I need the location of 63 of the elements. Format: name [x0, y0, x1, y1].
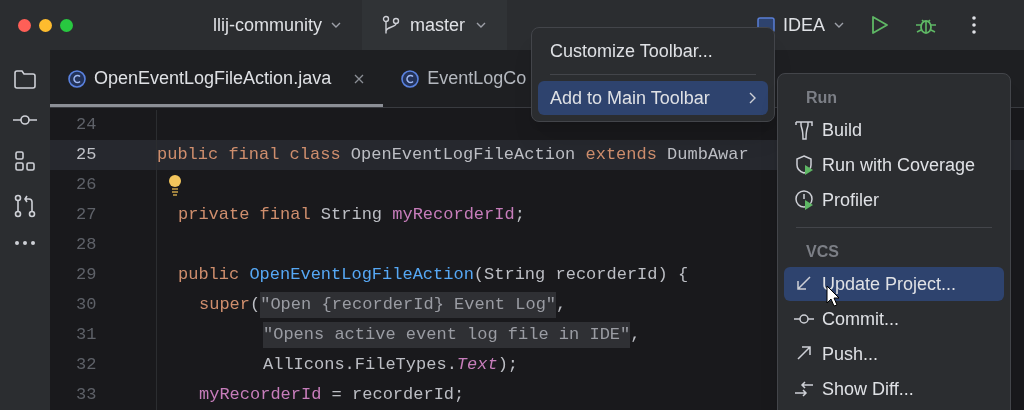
- menu-item[interactable]: Run with Coverage: [784, 148, 1004, 182]
- code-text: OpenEventLogFileAction: [350, 144, 577, 167]
- menu-section-header: Run: [805, 88, 839, 108]
- menu-item[interactable]: Commit...: [784, 302, 1004, 336]
- line-number: 24: [75, 114, 98, 137]
- code-text: ,: [556, 294, 567, 317]
- close-icon[interactable]: [353, 72, 366, 85]
- line-number: 26: [75, 174, 98, 197]
- code-text: extends: [585, 144, 658, 167]
- line-number: 31: [75, 324, 98, 347]
- more-icon[interactable]: [14, 240, 36, 246]
- branch-icon: [382, 15, 400, 35]
- folder-icon[interactable]: [13, 68, 37, 90]
- window-control[interactable]: [18, 18, 31, 32]
- code-text: Text: [456, 354, 498, 377]
- menu-item[interactable]: Show Diff...: [784, 372, 1004, 406]
- code-text: private final: [178, 204, 312, 227]
- line-number: 29: [75, 264, 98, 287]
- window-control[interactable]: [39, 18, 52, 32]
- run-icon[interactable]: [869, 15, 890, 35]
- line-number: 33: [75, 384, 98, 407]
- code-text: String: [320, 204, 384, 227]
- branch-selector[interactable]: master: [362, 0, 508, 50]
- menu-item[interactable]: Profiler: [784, 183, 1004, 217]
- menu-item[interactable]: Build: [784, 113, 1004, 147]
- more-icon[interactable]: [971, 15, 978, 35]
- menu-section-header: VCS: [805, 242, 840, 262]
- code-text: myRecorderId: [199, 384, 322, 407]
- code-text: public final class: [157, 144, 342, 167]
- structure-icon[interactable]: [14, 150, 36, 172]
- code-text: myRecorderId: [392, 204, 515, 227]
- project-selector[interactable]: llij-community: [213, 11, 342, 39]
- editor-tab[interactable]: OpenEventLogFileAction.java: [50, 50, 384, 107]
- code-text: ;: [514, 204, 525, 227]
- code-text: ,: [630, 324, 641, 347]
- code-text: super: [199, 294, 250, 317]
- code-text: OpenEventLogFileAction: [249, 264, 474, 287]
- menu-item[interactable]: Add to Main Toolbar: [538, 81, 768, 115]
- code-text: "Opens active event log file in IDE": [263, 322, 631, 348]
- pull-request-icon[interactable]: [13, 194, 37, 218]
- code-text: );: [497, 354, 519, 377]
- shield-play-icon: [794, 154, 814, 176]
- line-number: 25: [75, 144, 98, 167]
- class-icon: [68, 69, 86, 88]
- code-text: (String recorderId) {: [473, 264, 689, 287]
- code-text: (: [250, 294, 261, 317]
- chevron-right-icon: [748, 92, 756, 104]
- line-number: 28: [75, 234, 98, 257]
- code-text: "Open {recorderId} Event Log": [260, 292, 557, 318]
- line-number: 32: [75, 354, 98, 377]
- hammer-icon: [794, 119, 814, 141]
- lightbulb-icon[interactable]: [167, 174, 183, 196]
- line-number: 27: [75, 204, 98, 227]
- code-text: = recorderId;: [330, 384, 465, 407]
- line-number: 30: [75, 294, 98, 317]
- class-icon: [401, 69, 420, 88]
- code-text: AllIcons.FileTypes.: [263, 354, 457, 377]
- window-control[interactable]: [60, 18, 73, 32]
- menu-item[interactable]: Push...: [784, 337, 1004, 371]
- clock-play-icon: [794, 189, 814, 211]
- commit-icon[interactable]: [13, 112, 37, 128]
- code-text: public: [178, 264, 241, 287]
- code-text: DumbAwar: [667, 144, 749, 167]
